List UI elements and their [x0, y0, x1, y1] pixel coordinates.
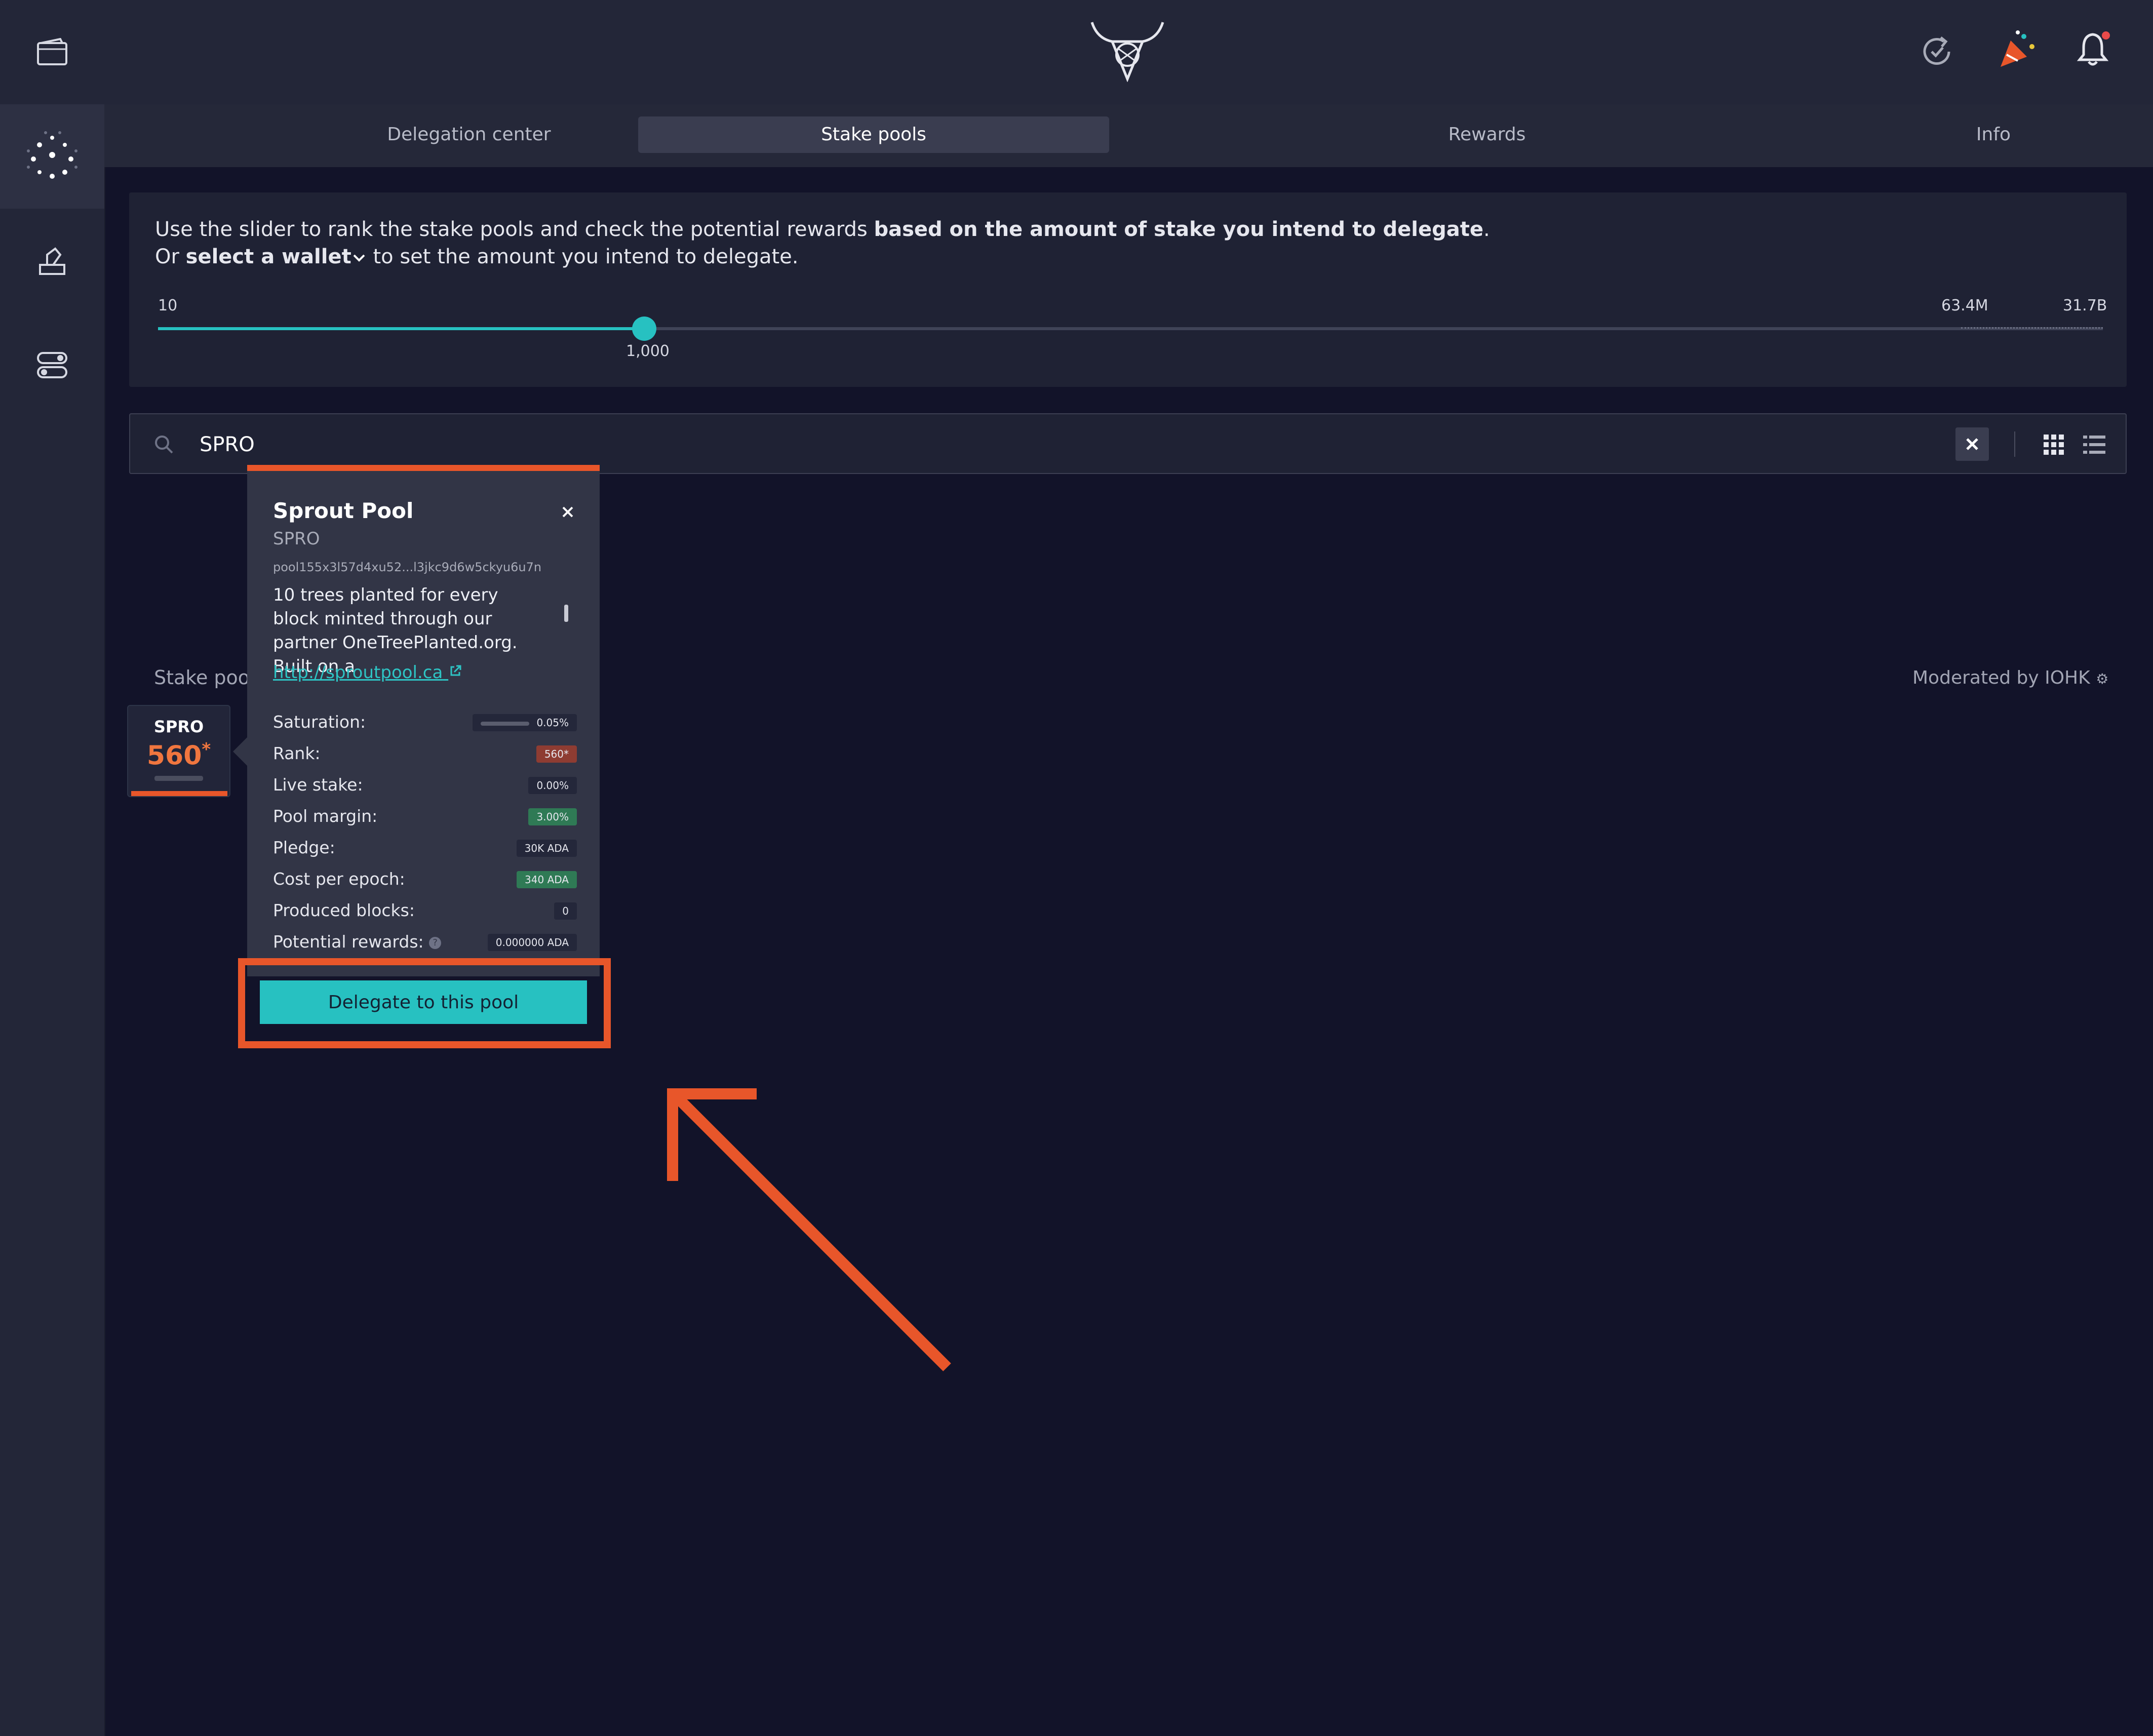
- stat-rank: Rank: 560*: [273, 743, 577, 766]
- external-link-icon: [450, 665, 461, 676]
- news-party-icon[interactable]: [1998, 29, 2038, 70]
- stat-label: Rank:: [273, 743, 321, 763]
- stat-potential-rewards: Potential rewards: ? 0.000000 ADA: [273, 932, 577, 954]
- app-window: Delegation center Stake pools Rewards In…: [0, 0, 2153, 1736]
- pool-rank: 560*: [128, 739, 229, 771]
- hint-text-end: .: [1483, 218, 1490, 241]
- select-wallet-link[interactable]: select a wallet: [186, 245, 351, 268]
- pool-homepage-url[interactable]: http://sproutpool.ca: [273, 662, 443, 683]
- hint-line-1: Use the slider to rank the stake pools a…: [155, 218, 1490, 241]
- slider-fill: [158, 327, 644, 330]
- description-scrollbar[interactable]: [564, 605, 568, 622]
- close-icon[interactable]: [561, 505, 574, 519]
- pool-ticker: SPRO: [153, 717, 204, 736]
- slider-mid-label: 63.4M: [1941, 297, 1988, 314]
- sidebar-item-settings[interactable]: [0, 313, 104, 417]
- cost-per-epoch-value: 340 ADA: [517, 871, 577, 888]
- settings-gear-icon: ⚙: [2096, 670, 2109, 687]
- stat-label: Live stake:: [273, 775, 363, 795]
- live-stake-value: 0.00%: [528, 777, 577, 794]
- slider-min-label: 10: [158, 297, 178, 314]
- pool-homepage-link[interactable]: http://sproutpool.ca: [273, 662, 462, 683]
- slider-thumb[interactable]: [632, 317, 656, 341]
- stat-pledge: Pledge: 30K ADA: [273, 838, 577, 860]
- pool-ticker-label: SPRO: [273, 529, 320, 549]
- search-divider: [2014, 431, 2015, 457]
- pool-rank-suffix: *: [202, 739, 211, 760]
- hint-text: Use the slider to rank the stake pools a…: [155, 218, 874, 241]
- hint-line-2: Or select a wallet to set the amount you…: [155, 245, 799, 268]
- search-input[interactable]: [199, 427, 2024, 462]
- sidebar-item-wallets[interactable]: [0, 0, 104, 104]
- slider-dotted-range: [1961, 327, 2103, 330]
- tab-rewards[interactable]: Rewards: [1208, 116, 1766, 153]
- rank-slider-panel: Use the slider to rank the stake pools a…: [129, 192, 2127, 387]
- annotation-arrow-icon: [667, 1088, 951, 1371]
- hint-text: Or: [155, 245, 186, 268]
- stake-pool-card[interactable]: SPRO 560*: [127, 705, 230, 797]
- stake-pools-section-title: Stake poo: [154, 666, 250, 689]
- sidebar-item-staking[interactable]: [0, 104, 104, 209]
- close-icon: [1966, 438, 1978, 450]
- stat-label: Pledge:: [273, 838, 335, 857]
- stake-pools-icon: [27, 131, 77, 179]
- pool-rank-color-bar: [131, 791, 227, 796]
- pool-id[interactable]: pool155x3l57d4xu52...l3jkc9d6w5ckyu6u7n: [273, 560, 541, 574]
- wallet-icon: [37, 38, 67, 65]
- daedalus-logo-icon: [1090, 22, 1164, 82]
- stat-cost-per-epoch: Cost per epoch: 340 ADA: [273, 869, 577, 891]
- tab-stake-pools[interactable]: Stake pools: [638, 116, 1109, 153]
- stat-label: Pool margin:: [273, 806, 378, 826]
- grid-view-icon[interactable]: [2044, 435, 2064, 455]
- sync-icon[interactable]: [1917, 32, 1956, 71]
- slider-track[interactable]: [158, 317, 2103, 341]
- saturation-percent: 0.05%: [536, 717, 569, 729]
- rank-value: 560*: [536, 745, 577, 763]
- voting-icon: [39, 247, 65, 275]
- pool-detail-popover: Sprout Pool SPRO pool155x3l57d4xu52...l3…: [247, 465, 600, 976]
- slider-max-label: 31.7B: [2063, 297, 2107, 314]
- saturation-bar: [481, 721, 530, 726]
- settings-toggle-icon: [37, 352, 67, 378]
- stat-live-stake: Live stake: 0.00%: [273, 775, 577, 797]
- list-view-icon[interactable]: [2083, 435, 2105, 455]
- pool-name: Sprout Pool: [273, 498, 414, 523]
- produced-blocks-value: 0: [554, 902, 577, 920]
- stat-label: Produced blocks:: [273, 900, 415, 920]
- stat-label-text: Potential rewards:: [273, 932, 424, 952]
- slider-value-label: 1,000: [626, 342, 670, 360]
- pool-margin-value: 3.00%: [528, 808, 577, 825]
- top-bar: [104, 0, 2153, 104]
- tab-info[interactable]: Info: [1715, 116, 2153, 153]
- stat-pool-margin: Pool margin: 3.00%: [273, 806, 577, 828]
- stat-produced-blocks: Produced blocks: 0: [273, 900, 577, 923]
- notification-bell-icon[interactable]: [2072, 28, 2113, 69]
- stat-label: Potential rewards: ?: [273, 932, 442, 952]
- stat-label: Saturation:: [273, 712, 366, 732]
- delegate-to-pool-button[interactable]: Delegate to this pool: [260, 980, 587, 1024]
- sidebar-item-voting[interactable]: [0, 209, 104, 313]
- hint-text-end: to set the amount you intend to delegate…: [366, 245, 799, 268]
- moderated-by-label: Moderated by IOHK ⚙: [1912, 667, 2108, 688]
- moderated-text: Moderated by IOHK: [1912, 667, 2090, 688]
- stat-label: Cost per epoch:: [273, 869, 405, 889]
- staking-tabs: Delegation center Stake pools Rewards In…: [104, 104, 2153, 167]
- stat-saturation: Saturation: 0.05%: [273, 712, 577, 734]
- search-icon: [155, 436, 173, 454]
- pledge-value: 30K ADA: [516, 840, 577, 857]
- pool-rank-value: 560: [146, 740, 202, 771]
- sidebar: [0, 0, 105, 1736]
- help-icon[interactable]: ?: [429, 936, 442, 949]
- chevron-down-icon[interactable]: [351, 252, 367, 264]
- pool-saturation-bar: [154, 776, 203, 781]
- popover-pointer-icon: [233, 736, 248, 767]
- saturation-value: 0.05%: [473, 714, 577, 731]
- clear-search-button[interactable]: [1955, 427, 1989, 461]
- hint-bold-text: based on the amount of stake you intend …: [874, 218, 1483, 241]
- potential-rewards-value: 0.000000 ADA: [487, 934, 577, 951]
